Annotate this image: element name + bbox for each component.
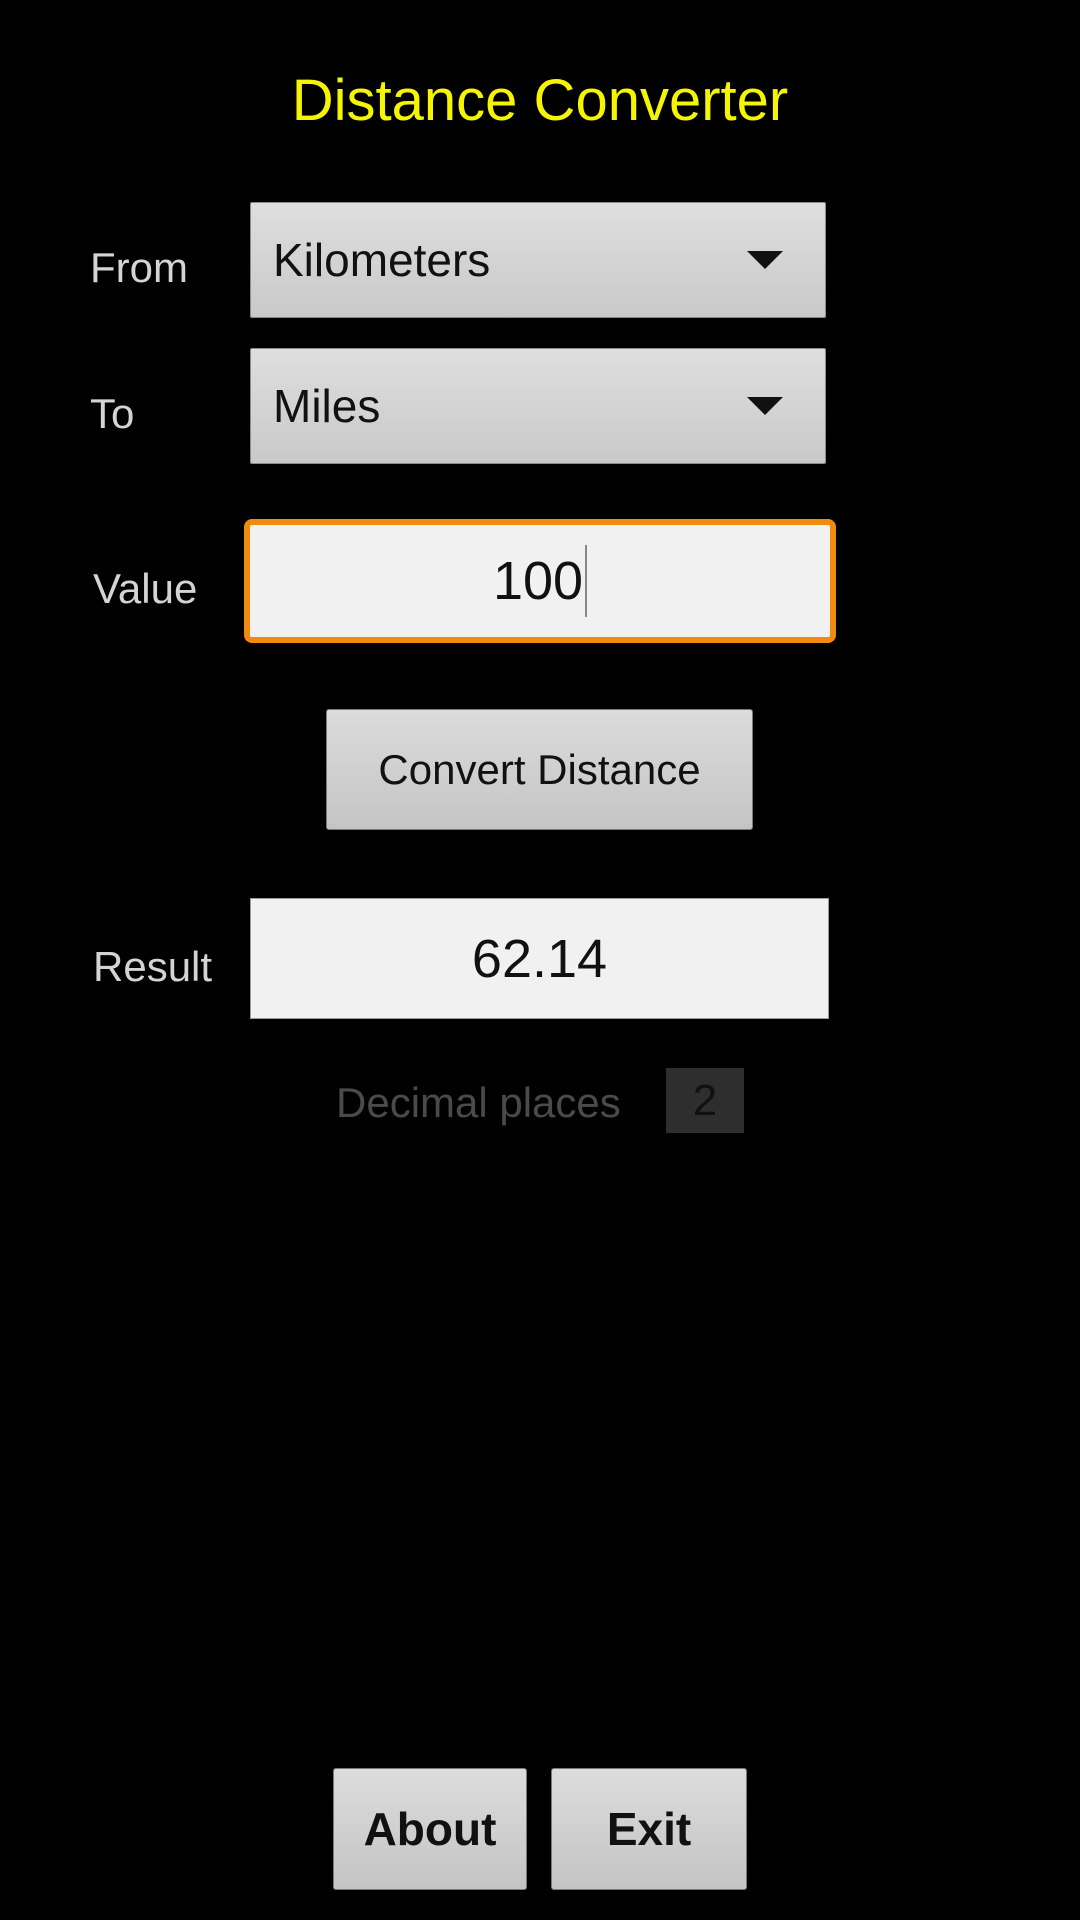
decimal-places-field[interactable]: 2 [666,1068,744,1133]
to-label: To [90,390,135,437]
from-label: From [90,244,188,291]
text-cursor [585,545,588,617]
exit-button[interactable]: Exit [551,1768,747,1890]
result-label: Result [93,943,213,990]
convert-distance-button[interactable]: Convert Distance [326,709,753,830]
about-button[interactable]: About [333,1768,527,1890]
value-label: Value [93,565,198,612]
app-title: Distance Converter [291,68,789,133]
value-input[interactable]: 100 [244,519,836,643]
decimal-places-label: Decimal places [336,1079,621,1126]
dropdown-arrow-icon [747,251,783,269]
to-unit-spinner[interactable]: Miles [250,348,826,464]
value-input-text: 100 [492,551,584,611]
from-unit-spinner[interactable]: Kilometers [250,202,826,318]
from-unit-value: Kilometers [273,234,491,286]
result-field: 62.14 [250,898,829,1019]
dropdown-arrow-icon [747,397,783,415]
to-unit-value: Miles [273,380,381,432]
